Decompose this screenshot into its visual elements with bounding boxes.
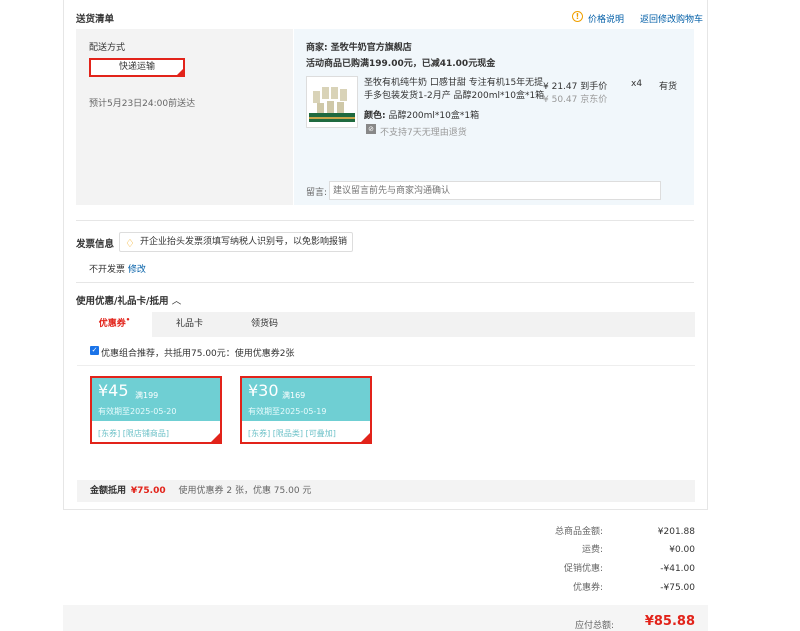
promo-text: 活动商品已购满199.00元，已减41.00元现金 (306, 59, 496, 69)
product-title[interactable]: 圣牧有机纯牛奶 口感甘甜 专注有机15年无提 手多包装发货1-2月产 品醇200… (364, 77, 544, 103)
invoice-edit-link[interactable]: 修改 (128, 265, 146, 275)
chevron-up-icon: ︿ (171, 296, 182, 307)
selected-corner-icon (176, 68, 184, 76)
lightbulb-icon: ♢ (125, 237, 135, 250)
remark-input[interactable] (329, 181, 661, 200)
remark-label: 留言: (306, 188, 328, 198)
total-value: -¥41.00 (660, 564, 695, 574)
section-title-delivery: 送货清单 (76, 14, 115, 25)
no-return-icon: ⊘ (366, 124, 376, 134)
tab-coupons[interactable]: 优惠券• (77, 312, 152, 337)
color-value: 品醇200ml*10盒*1箱 (388, 111, 480, 121)
product-title-line1: 圣牧有机纯牛奶 口感甘甜 专注有机15年无提 (364, 78, 544, 88)
merchant-line: 商家: 圣牧牛奶官方旗舰店 (306, 40, 412, 53)
tab-coupons-label: 优惠券 (98, 319, 126, 329)
coupon-condition: 满169 (282, 391, 306, 400)
total-label: 促销优惠: (563, 564, 603, 574)
shipping-panel (76, 29, 293, 205)
total-label: 优惠券: (572, 583, 603, 593)
payable-label: 应付总额: (575, 621, 615, 631)
product-price: ¥ 21.47 到手价 (543, 82, 608, 92)
coupon-amount: ¥45 (98, 381, 129, 400)
coupon-amount: ¥30 (248, 381, 279, 400)
milk-box-image (307, 77, 357, 127)
return-policy: 不支持7天无理由退货 (380, 128, 467, 138)
delivery-estimate: 预计5月23日24:00前送达 (89, 99, 196, 109)
discount-section-toggle[interactable]: 使用优惠/礼品卡/抵用 ︿ (76, 293, 181, 307)
summary-detail: 使用优惠券 2 张，优惠 75.00 元 (178, 486, 312, 496)
info-circle-icon: ! (572, 11, 583, 22)
coupon-header: ¥45 满199 有效期至2025-05-20 (92, 378, 220, 421)
tab-redeem-code[interactable]: 领货码 (227, 312, 302, 337)
summary-amount: ¥75.00 (130, 486, 166, 496)
shipping-method-label: 快递运输 (118, 62, 155, 72)
product-original-price: ¥ 50.47 京东价 (543, 95, 608, 105)
total-value: ¥0.00 (669, 545, 695, 555)
summary-label: 金额抵用 (90, 486, 127, 496)
total-row: 促销优惠: -¥41.00 (515, 560, 695, 578)
selected-check-icon (360, 432, 371, 443)
divider (76, 282, 694, 283)
coupon-tags: [东券] [限品类] [可叠加] (248, 429, 336, 438)
invoice-tip: ♢ 开企业抬头发票须填写纳税人识别号，以免影响报销 (119, 232, 354, 252)
recommend-checkbox[interactable]: ✓ (90, 346, 99, 355)
product-title-line2: 手多包装发货1-2月产 品醇200ml*10盒*1箱 (364, 91, 545, 101)
total-value: -¥75.00 (660, 583, 695, 593)
shipping-label: 配送方式 (89, 43, 126, 53)
total-row: 运费: ¥0.00 (515, 541, 695, 559)
coupon-header: ¥30 满169 有效期至2025-05-19 (242, 378, 370, 421)
total-row: 总商品金额: ¥201.88 (515, 523, 695, 541)
shipping-method-button[interactable]: 快递运输 (89, 58, 185, 77)
total-row: 优惠券: -¥75.00 (515, 579, 695, 597)
payable-value: ¥85.88 (644, 614, 695, 629)
stock-status: 有货 (659, 82, 678, 92)
total-label: 运费: (581, 545, 603, 555)
invoice-status-line: 不开发票 修改 (89, 262, 146, 275)
coupon-card[interactable]: ¥30 满169 有效期至2025-05-19 [东券] [限品类] [可叠加] (240, 376, 372, 444)
merchant-name[interactable]: 圣牧牛奶官方旗舰店 (331, 43, 412, 53)
invoice-tip-text: 开企业抬头发票须填写纳税人识别号，以免影响报销 (140, 237, 348, 247)
divider (76, 220, 694, 221)
section-title-discounts: 使用优惠/礼品卡/抵用 (76, 296, 169, 307)
recommend-text: 优惠组合推荐，共抵用75.00元：使用优惠券2张 (101, 349, 295, 359)
product-thumbnail[interactable] (306, 76, 358, 128)
tab-gift-card[interactable]: 礼品卡 (152, 312, 227, 337)
back-to-cart-link[interactable]: 返回修改购物车 (640, 12, 703, 25)
coupon-expiry: 有效期至2025-05-20 (98, 407, 177, 416)
coupon-card[interactable]: ¥45 满199 有效期至2025-05-20 [东券] [限店铺商品] (90, 376, 222, 444)
product-quantity: x4 (631, 79, 643, 89)
total-label: 总商品金额: (554, 527, 603, 537)
total-value: ¥201.88 (657, 527, 695, 537)
section-title-invoice: 发票信息 (76, 239, 115, 250)
color-label: 颜色: (364, 111, 386, 121)
coupon-tags: [东券] [限店铺商品] (98, 429, 170, 438)
selected-check-icon (210, 432, 221, 443)
coupon-condition: 满199 (135, 391, 159, 400)
required-dot-icon: • (125, 316, 131, 324)
price-info-link[interactable]: 价格说明 (588, 12, 624, 25)
coupon-expiry: 有效期至2025-05-19 (248, 407, 327, 416)
invoice-status: 不开发票 (89, 265, 126, 275)
product-color: 颜色: 品醇200ml*10盒*1箱 (364, 108, 479, 121)
merchant-prefix: 商家: (306, 43, 328, 53)
discount-summary: 金额抵用 ¥75.00 使用优惠券 2 张，优惠 75.00 元 (77, 480, 695, 502)
